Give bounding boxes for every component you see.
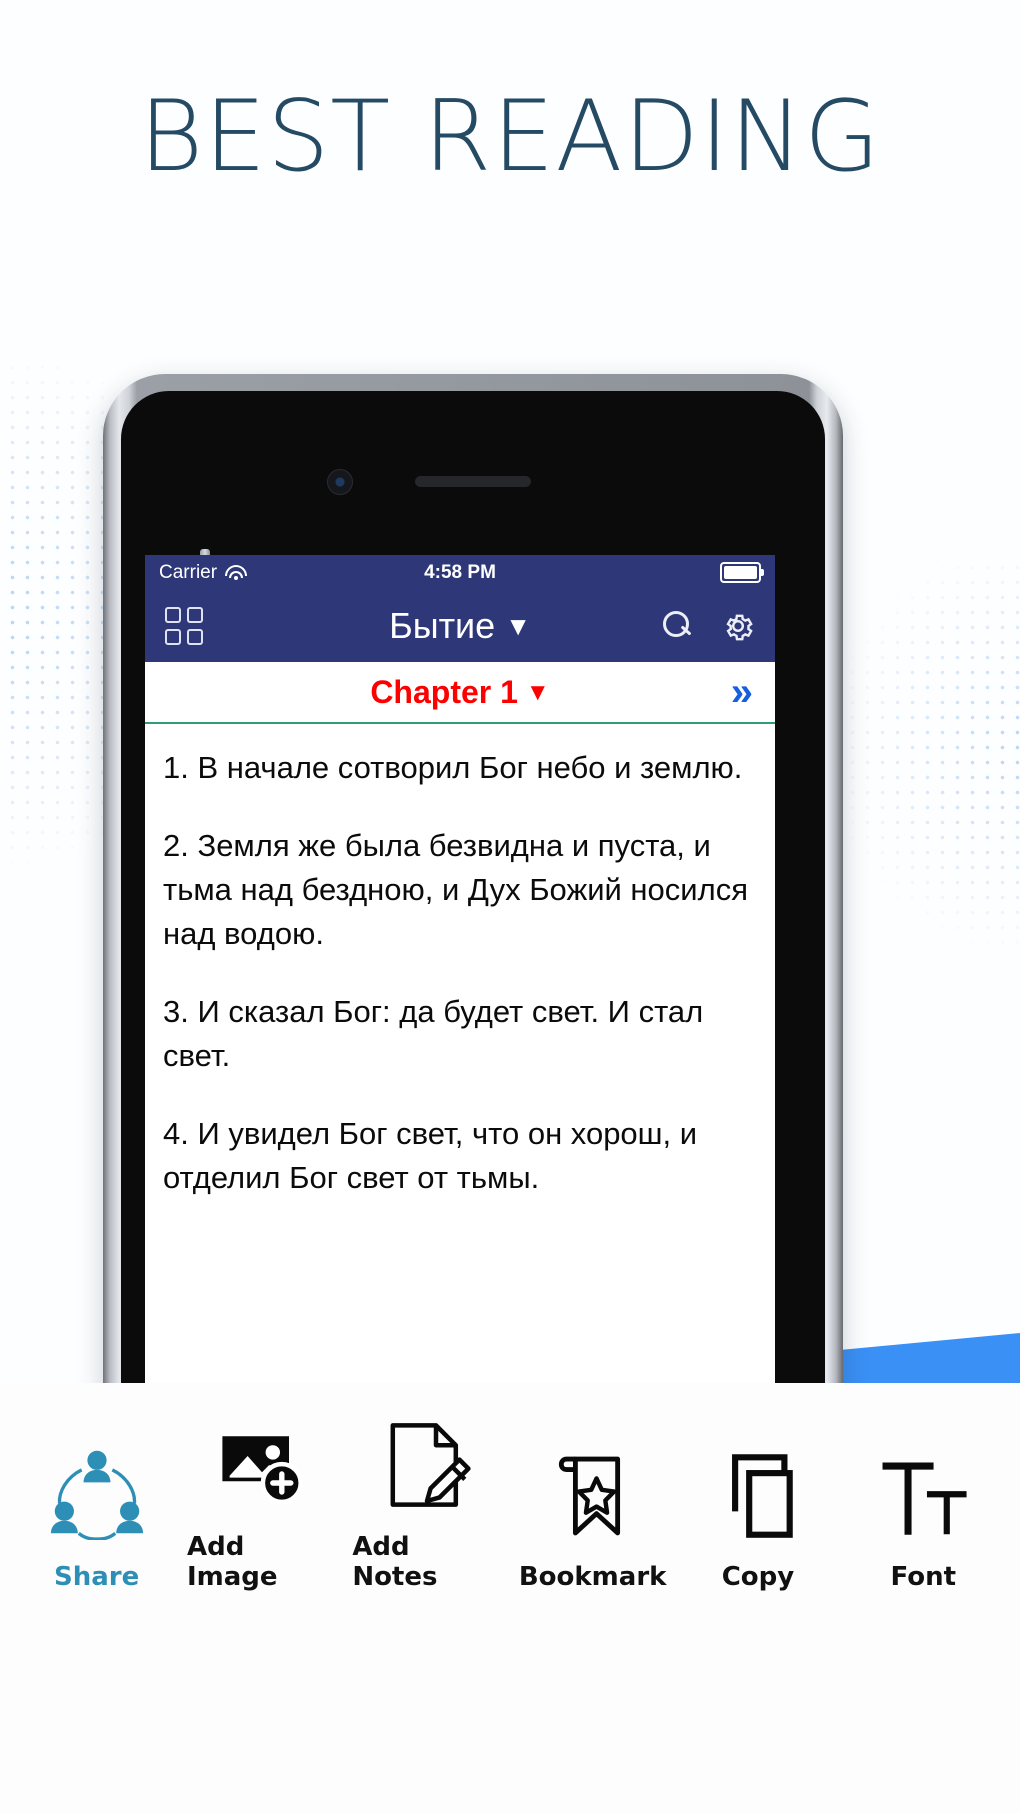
verse-list: 1. В начале сотворил Бог небо и землю. 2… bbox=[145, 724, 775, 1200]
chapter-label: Chapter 1 bbox=[370, 673, 518, 710]
book-title-label: Бытие bbox=[389, 605, 496, 646]
status-bar-right bbox=[720, 562, 764, 583]
bookmark-star-icon bbox=[549, 1435, 637, 1540]
toolbar-label-bookmark: Bookmark bbox=[518, 1562, 667, 1592]
bottom-toolbar: Share Add Image Add Notes Bookmark Copy … bbox=[0, 1383, 1020, 1813]
verse-item[interactable]: 4. И увидел Бог свет, что он хорош, и от… bbox=[163, 1112, 757, 1200]
toolbar-item-font[interactable]: Font bbox=[848, 1435, 998, 1592]
page-headline: BEST READING bbox=[139, 80, 881, 194]
status-bar-time: 4:58 PM bbox=[424, 561, 496, 583]
search-icon[interactable] bbox=[663, 611, 693, 641]
chapter-selector-button[interactable]: Chapter 1 ▼ bbox=[370, 674, 549, 711]
add-image-icon bbox=[217, 1405, 307, 1510]
nav-bar-actions bbox=[663, 609, 755, 643]
share-people-icon bbox=[49, 1435, 145, 1540]
toolbar-item-bookmark[interactable]: Bookmark bbox=[518, 1435, 668, 1592]
toolbar-item-copy[interactable]: Copy bbox=[683, 1435, 833, 1592]
toolbar-label-copy: Copy bbox=[721, 1562, 795, 1592]
toolbar-label-font: Font bbox=[890, 1562, 957, 1592]
app-nav-bar: Бытие ▼ bbox=[145, 590, 775, 662]
note-pencil-icon bbox=[382, 1405, 472, 1510]
toolbar-item-add-notes[interactable]: Add Notes bbox=[352, 1405, 502, 1592]
toolbar-item-add-image[interactable]: Add Image bbox=[187, 1405, 337, 1592]
toolbar-label-share: Share bbox=[54, 1562, 140, 1592]
copy-icon bbox=[714, 1435, 802, 1540]
chevron-down-icon: ▼ bbox=[525, 678, 550, 706]
verse-item[interactable]: 1. В начале сотворил Бог небо и землю. bbox=[163, 746, 757, 790]
verse-item[interactable]: 2. Земля же была безвидна и пуста, и тьм… bbox=[163, 824, 757, 956]
earpiece-speaker bbox=[415, 476, 531, 487]
chevron-down-icon: ▼ bbox=[505, 611, 531, 641]
toolbar-label-add-image: Add Image bbox=[186, 1532, 278, 1592]
toolbar-item-share[interactable]: Share bbox=[22, 1435, 172, 1592]
toolbar-label-add-notes: Add Notes bbox=[352, 1532, 438, 1592]
chapter-bar: Chapter 1 ▼ » bbox=[145, 662, 775, 724]
toolbar-items: Share Add Image Add Notes Bookmark Copy … bbox=[0, 1405, 1020, 1592]
battery-icon bbox=[720, 562, 764, 583]
next-chapter-icon[interactable]: » bbox=[731, 672, 753, 712]
front-camera-icon bbox=[327, 469, 353, 495]
grid-squares-icon[interactable] bbox=[165, 607, 203, 645]
font-size-icon bbox=[879, 1435, 967, 1540]
gear-icon[interactable] bbox=[721, 609, 755, 643]
status-bar: Carrier 4:58 PM bbox=[145, 555, 775, 590]
phone-screen: Carrier 4:58 PM Бытие ▼ Chapter 1 ▼ » 1.… bbox=[145, 555, 775, 1390]
verse-item[interactable]: 3. И сказал Бог: да будет свет. И стал с… bbox=[163, 990, 757, 1078]
